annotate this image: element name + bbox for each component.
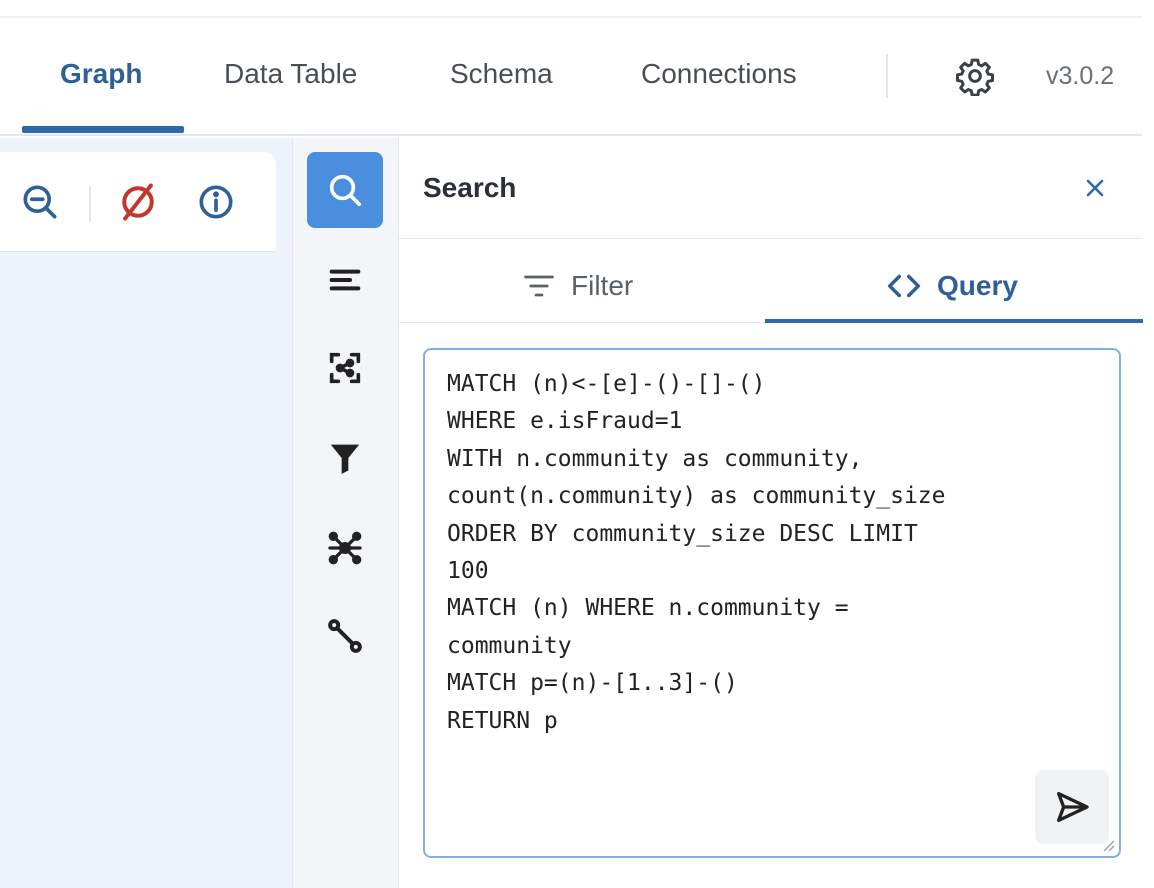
nav-divider <box>886 54 888 98</box>
panel-title: Search <box>423 172 517 203</box>
clear-graph-icon[interactable] <box>116 180 160 224</box>
tab-query[interactable]: Query <box>885 266 1018 306</box>
tab-data-table[interactable]: Data Table <box>224 58 357 90</box>
run-query-button[interactable] <box>1035 770 1109 844</box>
query-editor[interactable]: MATCH (n)<-[e]-()-[]-() WHERE e.isFraud=… <box>423 348 1121 858</box>
path-icon[interactable] <box>307 598 383 674</box>
graph-toolbar <box>0 152 276 252</box>
info-icon[interactable] <box>194 180 238 224</box>
layout-icon[interactable] <box>307 330 383 406</box>
resize-handle[interactable] <box>1099 836 1115 852</box>
toolbar-separator <box>89 186 91 222</box>
tab-filter-label: Filter <box>571 270 634 301</box>
top-navigation: Graph Data Table Schema Connections v3.0… <box>0 18 1142 136</box>
active-tab-indicator <box>22 126 184 133</box>
filter-lines-icon <box>524 275 554 297</box>
close-icon[interactable] <box>1075 168 1115 208</box>
zoom-out-icon[interactable] <box>18 180 62 224</box>
side-icon-bar <box>292 138 398 888</box>
search-icon[interactable] <box>307 152 383 228</box>
tab-filter[interactable]: Filter <box>521 266 633 306</box>
active-subtab-indicator <box>765 319 1143 323</box>
graph-canvas[interactable] <box>0 138 292 888</box>
code-icon <box>888 274 920 298</box>
network-icon[interactable] <box>307 510 383 586</box>
tab-connections[interactable]: Connections <box>641 58 797 90</box>
search-panel: Search Filter Query MATCH (n)<-[e]-()-[]… <box>398 138 1143 888</box>
query-text[interactable]: MATCH (n)<-[e]-()-[]-() WHERE e.isFraud=… <box>447 366 1097 740</box>
tab-graph[interactable]: Graph <box>60 58 142 90</box>
tab-query-label: Query <box>937 270 1018 301</box>
tab-schema[interactable]: Schema <box>450 58 553 90</box>
filter-icon[interactable] <box>307 420 383 496</box>
list-icon[interactable] <box>307 242 383 318</box>
gear-icon[interactable] <box>955 56 995 97</box>
panel-header-divider <box>399 238 1143 239</box>
send-icon <box>1057 792 1089 822</box>
version-label: v3.0.2 <box>1046 62 1115 90</box>
